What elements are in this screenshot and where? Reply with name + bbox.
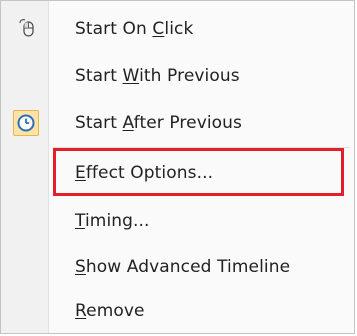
- menu-item-start-after-previous[interactable]: Start After Previous: [1, 99, 354, 147]
- menu-item-timing[interactable]: Timing...: [1, 197, 354, 245]
- context-menu: Start On Click Start With Previous Start…: [0, 0, 355, 334]
- menu-item-label: Show Advanced Timeline: [75, 257, 291, 277]
- menu-item-remove[interactable]: Remove: [1, 287, 354, 335]
- menu-item-label: Effect Options...: [75, 163, 214, 183]
- menu-item-effect-options[interactable]: Effect Options...: [1, 149, 354, 197]
- menu-item-label: Start With Previous: [75, 66, 240, 86]
- menu-item-start-with-previous[interactable]: Start With Previous: [1, 52, 354, 100]
- menu-item-label: Start On Click: [75, 19, 194, 39]
- menu-separator: [53, 147, 350, 148]
- menu-item-label: Timing...: [75, 211, 150, 231]
- menu-item-show-advanced-timeline[interactable]: Show Advanced Timeline: [1, 243, 354, 291]
- menu-item-label: Remove: [75, 301, 145, 321]
- mouse-icon: [13, 16, 39, 42]
- menu-item-start-on-click[interactable]: Start On Click: [1, 5, 354, 53]
- menu-item-label: Start After Previous: [75, 113, 243, 133]
- clock-icon: [13, 110, 39, 136]
